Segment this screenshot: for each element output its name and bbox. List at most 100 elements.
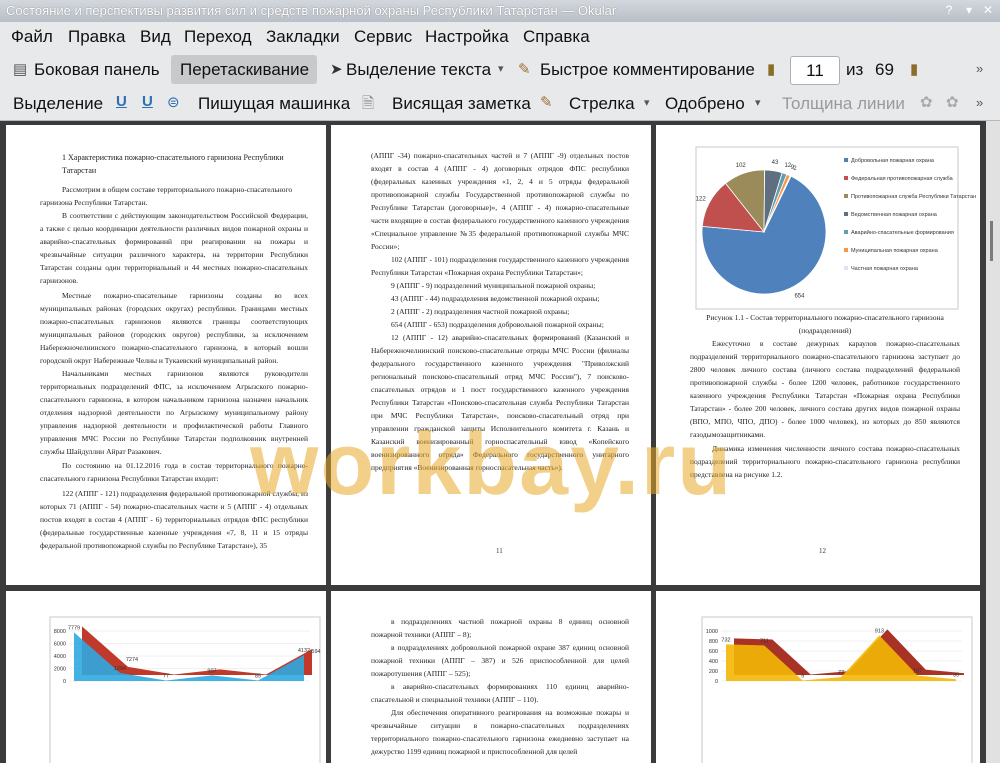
- y-tick-label: 800: [709, 639, 718, 645]
- overflow-icon[interactable]: »: [976, 61, 983, 76]
- pie-data-label: 102: [736, 163, 747, 169]
- legend-swatch: [844, 194, 848, 198]
- data-label: 7779: [68, 625, 80, 631]
- menu-file[interactable]: Файл: [11, 27, 53, 47]
- paragraph: в аварийно-спасательных формированиях 11…: [371, 682, 629, 704]
- paragraph: 102 (АППГ - 101) подразделения государст…: [371, 255, 629, 277]
- legend-swatch: [844, 266, 848, 270]
- help-icon[interactable]: ?: [942, 3, 956, 17]
- menu-tools[interactable]: Сервис: [354, 27, 412, 47]
- menu-bar: Файл Правка Вид Переход Закладки Сервис …: [0, 22, 1000, 52]
- page-total: 69: [875, 60, 894, 79]
- quick-comment-button[interactable]: Быстрое комментирование: [540, 60, 755, 80]
- sidebar-icon: ▤: [13, 61, 28, 78]
- stamp-chevron-down-icon[interactable]: ▾: [755, 96, 761, 109]
- pie-data-label: 122: [696, 197, 707, 203]
- page-number-input[interactable]: 11: [790, 56, 840, 85]
- data-label: 9: [801, 674, 804, 680]
- menu-settings[interactable]: Настройка: [425, 27, 509, 47]
- minimize-icon[interactable]: ▾: [962, 3, 976, 17]
- window-titlebar: Состояние и перспективы развития сил и с…: [0, 0, 1000, 23]
- line-width-button[interactable]: Толщина линии: [782, 94, 905, 114]
- page-15: в подразделениях частной пожарной охраны…: [331, 591, 651, 763]
- scrollbar-thumb[interactable]: [990, 221, 993, 261]
- strikeout-icon[interactable]: ⊜: [167, 93, 180, 111]
- window-title: Состояние и перспективы развития сил и с…: [6, 3, 617, 18]
- data-label: 732: [721, 637, 730, 643]
- data-label: 77: [838, 670, 844, 676]
- note-icon: 🗎: [362, 95, 375, 112]
- legend-label: Федеральная противопожарная служба: [851, 176, 954, 182]
- legend-swatch: [844, 158, 848, 162]
- data-label-back: 594: [311, 649, 320, 655]
- next-page-icon[interactable]: ▮: [910, 60, 918, 78]
- overflow2-icon[interactable]: »: [976, 95, 983, 110]
- pen-icon: ✎: [518, 61, 531, 78]
- y-tick-label: 0: [715, 679, 718, 685]
- drag-button[interactable]: Перетаскивание: [180, 60, 309, 80]
- y-tick-label: 1000: [706, 629, 718, 635]
- vertical-scrollbar[interactable]: [986, 121, 1000, 763]
- prev-page-icon[interactable]: ▮: [767, 60, 775, 78]
- page-14: 8000 6000 4000 2000 0 7779 1294 77 907 85 4132 7274…: [6, 591, 326, 763]
- legend-label: Добровольная пожарная охрана: [851, 158, 935, 164]
- page-of-label: из: [846, 60, 864, 79]
- legend-label: Противопожарная служба Республики Татарс…: [851, 194, 976, 200]
- data-label: 35: [953, 672, 959, 678]
- y-tick-label: 8000: [54, 629, 66, 635]
- y-tick-label: 2000: [54, 667, 66, 673]
- color-icon[interactable]: ✿: [920, 93, 933, 111]
- opacity-icon[interactable]: ✿: [946, 93, 959, 111]
- paragraph: 12 (АППГ - 12) аварийно-спасательных фор…: [371, 333, 629, 472]
- paragraph: 43 (АППГ - 44) подразделения ведомственн…: [391, 294, 600, 303]
- menu-bookmarks[interactable]: Закладки: [266, 27, 340, 47]
- paragraph: По состоянию на 01.12.2016 года в состав…: [40, 461, 308, 483]
- arrow-button[interactable]: Стрелка: [569, 94, 635, 114]
- legend-swatch: [844, 230, 848, 234]
- menu-edit[interactable]: Правка: [68, 27, 125, 47]
- typewriter-button[interactable]: Пишущая машинка: [198, 94, 350, 114]
- data-label: 4132: [298, 648, 310, 654]
- menu-view[interactable]: Вид: [140, 27, 171, 47]
- paragraph: 9 (АППГ - 9) подразделений муниципальной…: [391, 281, 596, 290]
- pie-data-label: 43: [772, 160, 779, 166]
- main-toolbar: ▤ Боковая панель Перетаскивание ➤ Выделе…: [0, 52, 1000, 88]
- menu-go[interactable]: Переход: [184, 27, 252, 47]
- popup-note-button[interactable]: Висящая заметка: [392, 94, 531, 114]
- data-label: 711: [760, 638, 769, 644]
- figure-caption: Рисунок 1.1 - Состав территориального по…: [706, 313, 944, 322]
- paragraph: Местные пожарно-спасательные гарнизоны с…: [40, 291, 308, 365]
- section-heading: 1 Характеристика пожарно-спасательного г…: [62, 153, 284, 175]
- y-tick-label: 4000: [54, 654, 66, 660]
- legend-label: Аварийно-спасательные формирования: [851, 229, 954, 236]
- y-tick-label: 400: [709, 659, 718, 665]
- squiggle-icon[interactable]: U: [142, 93, 153, 110]
- y-tick-label: 600: [709, 649, 718, 655]
- page-16: 1000 800 600 400 200 0 732 711 9 77 913 107 35: [656, 591, 980, 763]
- menu-help[interactable]: Справка: [523, 27, 590, 47]
- data-label: 1294: [114, 666, 126, 672]
- y-tick-label: 200: [709, 669, 718, 675]
- underline-icon[interactable]: U: [116, 93, 127, 110]
- chevron-down-icon[interactable]: ▾: [498, 62, 504, 75]
- paragraph: Динамика изменения численности личного с…: [690, 444, 960, 479]
- paragraph: Ежесуточно в составе дежурных караулов п…: [690, 339, 960, 439]
- paragraph: (АППГ -34) пожарно-спасательных частей и…: [371, 151, 629, 251]
- text-select-button[interactable]: Выделение текста: [346, 60, 491, 80]
- paragraph: в подразделениях частной пожарной охраны…: [371, 617, 629, 639]
- close-icon[interactable]: ✕: [981, 3, 995, 17]
- highlight-button[interactable]: Выделение: [13, 94, 103, 114]
- data-label: 107: [913, 669, 922, 675]
- legend-label: Ведомственная пожарная охрана: [851, 212, 938, 218]
- paragraph: В соответствии с действующим законодател…: [40, 211, 308, 285]
- legend-swatch: [844, 176, 848, 180]
- area-chart-1: 8000 6000 4000 2000 0 7779 1294 77 907 85 4132 7274…: [49, 616, 321, 763]
- arrow-chevron-down-icon[interactable]: ▾: [644, 96, 650, 109]
- legend-label: Частная пожарная охрана: [851, 266, 919, 272]
- sidebar-button[interactable]: Боковая панель: [34, 60, 160, 80]
- page-12: (АППГ -34) пожарно-спасательных частей и…: [331, 125, 651, 585]
- data-label: 77: [163, 674, 169, 680]
- document-viewport[interactable]: 1 Характеристика пожарно-спасательного г…: [0, 121, 986, 763]
- figure-caption-sub: (подразделений): [798, 326, 852, 335]
- stamp-button[interactable]: Одобрено: [665, 94, 745, 114]
